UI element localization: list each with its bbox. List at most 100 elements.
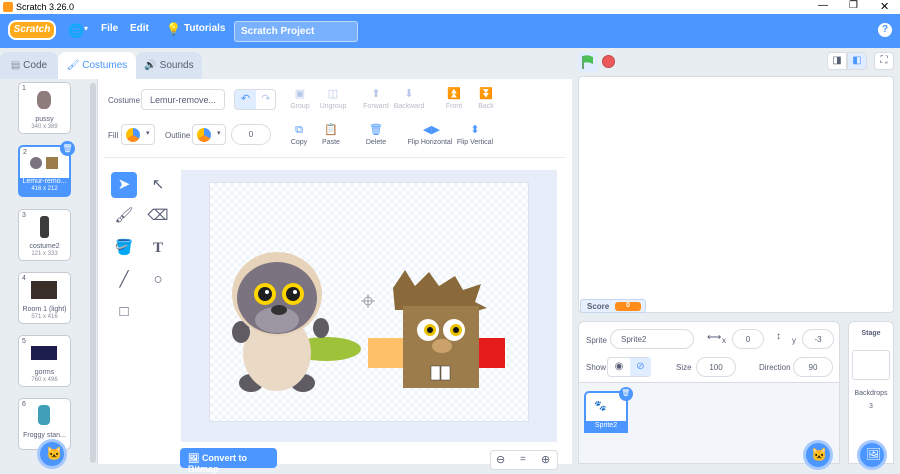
score-value: 0 [615, 302, 641, 311]
eye-icon[interactable]: ◉ [608, 358, 630, 376]
stage[interactable]: Score 0 [578, 76, 894, 313]
forward-button[interactable]: ⬆ Forward [361, 88, 391, 110]
copy-button[interactable]: ⧉ Copy [289, 124, 309, 146]
costume-size: 571 x 416 [31, 314, 58, 320]
flip-horizontal-button[interactable]: ◀▶ Flip Horizontal [407, 124, 453, 146]
forward-icon: ⬆ [371, 88, 381, 100]
bucket-icon: 🪣 [114, 239, 134, 256]
close-icon[interactable]: ✕ [880, 0, 889, 13]
undo-icon[interactable]: ↶ [235, 90, 256, 109]
eye-hidden-icon[interactable]: ⊘ [630, 358, 651, 376]
outline-color-picker[interactable]: ▾ [192, 124, 226, 145]
score-monitor[interactable]: Score 0 [580, 299, 646, 313]
copy-icon: ⧉ [295, 124, 303, 136]
x-input[interactable]: 0 [732, 329, 764, 349]
maximize-icon[interactable]: ❐ [849, 0, 858, 11]
costume-name: pussy [35, 116, 54, 123]
sprite-name-input[interactable]: Sprite2 [610, 329, 694, 349]
eraser-tool[interactable]: ⌫ [145, 203, 171, 229]
costume-name: gorms [34, 369, 55, 376]
outline-width-input[interactable]: 0 [231, 124, 271, 145]
image-icon: 🖼 [188, 453, 202, 463]
small-stage-icon[interactable]: ◨ [827, 52, 847, 70]
paste-icon: 📋 [324, 124, 338, 136]
redo-icon[interactable]: ↷ [256, 90, 276, 109]
chevron-down-icon: ▾ [217, 130, 221, 137]
back-button[interactable]: ⏬ Back [476, 88, 496, 110]
tab-sounds[interactable]: 🔊 Sounds [136, 52, 202, 79]
chevron-down-icon: ▾ [146, 130, 150, 137]
costume-number: 6 [22, 401, 26, 408]
stop-button[interactable] [602, 55, 615, 68]
zoom-in-icon[interactable]: ⊕ [541, 453, 550, 466]
circle-icon: ○ [153, 271, 163, 288]
direction-input[interactable]: 90 [793, 357, 833, 377]
scrollbar[interactable] [90, 83, 96, 463]
flip-vertical-icon: ⬍ [470, 124, 480, 136]
tab-code[interactable]: ▤ Code [0, 52, 58, 79]
fill-color-picker[interactable]: ▾ [121, 124, 155, 145]
text-tool[interactable]: T [145, 235, 171, 261]
y-arrows-icon: ↕ [776, 331, 781, 342]
project-title-input[interactable]: Scratch Project [234, 21, 358, 42]
front-icon: ⏫ [447, 88, 461, 100]
fill-tool[interactable]: 🪣 [111, 235, 137, 261]
large-stage-icon[interactable]: ◧ [847, 52, 867, 70]
costume-item[interactable]: 2 Lemur-remo... 416 x 212 🗑 [18, 141, 75, 197]
costume-name: costume2 [29, 243, 60, 250]
group-button[interactable]: ▣ Group [289, 88, 311, 110]
size-input[interactable]: 100 [696, 357, 736, 377]
x-arrows-icon: ⟷ [707, 332, 722, 343]
line-icon: ╱ [119, 271, 129, 288]
backward-button[interactable]: ⬇ Backward [393, 88, 425, 110]
select-tool[interactable]: ➤ [111, 172, 137, 198]
green-flag-button[interactable] [578, 52, 598, 72]
chevron-down-icon[interactable]: ▾ [84, 24, 88, 33]
tab-costumes[interactable]: 🖌 Costumes [58, 52, 136, 80]
delete-button[interactable]: 🗑 Delete [364, 124, 388, 146]
costume-number: 4 [22, 275, 26, 282]
choose-costume-button[interactable]: 🐱 [37, 439, 67, 469]
paste-button[interactable]: 📋 Paste [320, 124, 342, 146]
help-icon[interactable]: ? [878, 23, 892, 37]
costume-item[interactable]: 3 costume2 121 x 333 [18, 209, 71, 261]
file-menu[interactable]: File [101, 23, 118, 34]
zoom-reset-button[interactable]: = [520, 454, 526, 465]
title-bar: Scratch 3.26.0 — ❐ ✕ [0, 0, 900, 14]
sprite-thumbnail[interactable]: 🐾 Sprite2 🗑 [584, 387, 633, 433]
convert-to-bitmap-button[interactable]: 🖼 Convert to Bitmap [180, 448, 277, 474]
canvas-area[interactable] [181, 170, 557, 442]
costume-name: Froggy stan... [23, 432, 66, 439]
y-input[interactable]: -3 [802, 329, 834, 349]
costume-name-input[interactable]: Lemur-remove... [141, 89, 225, 110]
brush-tool[interactable]: 🖌 [111, 203, 137, 229]
edit-menu[interactable]: Edit [130, 23, 149, 34]
scratch-logo[interactable]: Scratch [8, 20, 56, 40]
costume-artwork [232, 252, 505, 392]
costume-size: 121 x 333 [31, 251, 58, 257]
sprite-name-label: Sprite2 [584, 421, 628, 433]
fullscreen-icon[interactable]: ⛶ [874, 52, 894, 70]
flip-vertical-button[interactable]: ⬍ Flip Vertical [456, 124, 494, 146]
choose-sprite-button[interactable]: 🐱 [803, 440, 833, 470]
line-tool[interactable]: ╱ [111, 267, 137, 293]
costume-size: 416 x 212 [20, 186, 69, 196]
costume-item[interactable]: 4 Room 1 (light) 571 x 416 [18, 272, 71, 324]
crosshair-icon [361, 294, 375, 308]
reshape-tool[interactable]: ↖ [145, 172, 171, 198]
stage-title: Stage [861, 330, 881, 337]
zoom-out-icon[interactable]: ⊖ [496, 453, 505, 466]
rectangle-tool[interactable]: □ [111, 299, 137, 325]
trash-icon[interactable]: 🗑 [619, 387, 633, 401]
ungroup-button[interactable]: ◫ Ungroup [318, 88, 348, 110]
tutorials-menu[interactable]: Tutorials [184, 23, 225, 34]
trash-icon: 🗑 [369, 124, 383, 136]
front-button[interactable]: ⏫ Front [444, 88, 464, 110]
minimize-icon[interactable]: — [818, 0, 828, 11]
circle-tool[interactable]: ○ [145, 267, 171, 293]
costume-item[interactable]: 1 pussy 340 x 389 [18, 82, 71, 134]
costume-item[interactable]: 5 gorms 760 x 496 [18, 335, 71, 387]
choose-backdrop-button[interactable]: 🖼 [857, 440, 887, 470]
globe-icon[interactable]: 🌐 [68, 23, 84, 39]
trash-icon[interactable]: 🗑 [60, 141, 75, 156]
